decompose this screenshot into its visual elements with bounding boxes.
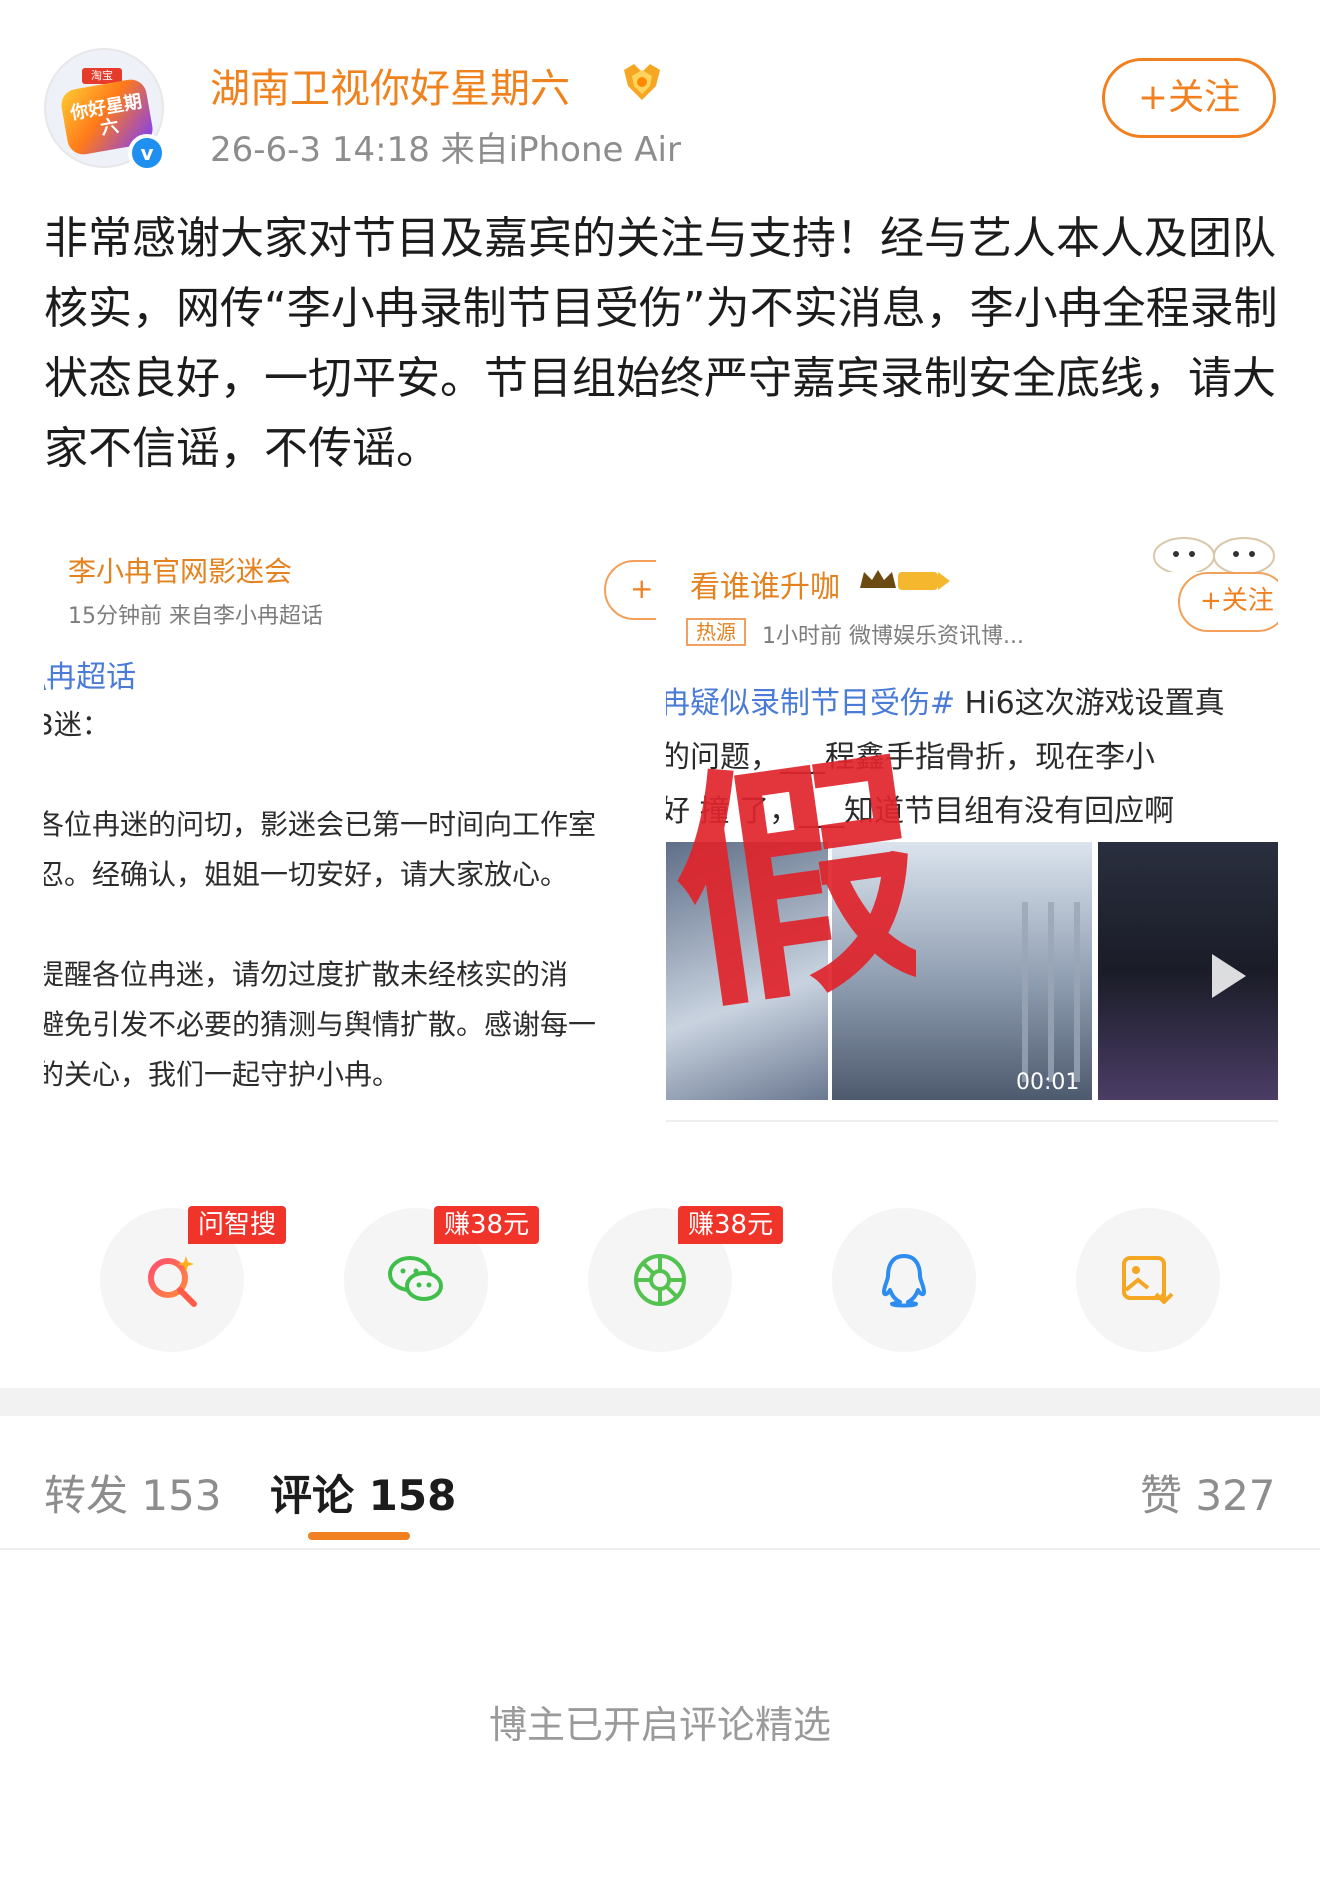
section-divider <box>0 1388 1320 1416</box>
comment-selection-notice: 博主已开启评论精选 <box>488 1703 831 1747</box>
tab-comment[interactable]: 评论 158 <box>270 1462 456 1523</box>
share-qq-button[interactable] <box>832 1208 976 1352</box>
save-image-icon <box>1122 1256 1174 1304</box>
embed-left-follow: + <box>604 560 656 620</box>
video-duration: 00:01 <box>1016 1070 1080 1095</box>
embed-right-meta: 1小时前 微博娱乐资讯博... <box>762 624 1024 649</box>
embed-right-hot-tag: 热源 <box>686 618 746 646</box>
qq-icon <box>882 1254 926 1308</box>
search-icon <box>148 1256 197 1307</box>
share-wechat-badge: 赚38元 <box>434 1206 540 1244</box>
embed-left-line: 提醒各位冉迷，请勿过度扩散未经核实的消 <box>44 958 569 991</box>
photo-thumbnail <box>1098 842 1278 1100</box>
embed-left-line: 3迷： <box>44 708 110 741</box>
wechat-icon <box>388 1256 443 1301</box>
post-image-right[interactable]: 看谁谁升咖 热源 1小时前 微博娱乐资讯博... +关注 冉疑似录制节目受伤# … <box>666 522 1278 1122</box>
active-tab-indicator <box>308 1532 410 1540</box>
embed-right-follow: +关注 <box>1178 572 1278 632</box>
save-image-button[interactable] <box>1076 1208 1220 1352</box>
cat-sticker-icon <box>1153 537 1275 572</box>
embed-left-line: 避免引发不必要的猜测与舆情扩散。感谢每一 <box>44 1008 597 1041</box>
embed-left-author: 李小冉官网影迷会 <box>68 555 293 588</box>
share-moments-badge: 赚38元 <box>678 1206 784 1244</box>
share-search-badge: 问智搜 <box>188 1206 287 1244</box>
crown-badge-icon <box>860 570 950 590</box>
tab-like[interactable]: 赞 327 <box>1140 1462 1276 1523</box>
embed-left-line: 忍。经确认，姐姐一切安好，请大家放心。 <box>44 858 569 891</box>
fake-stamp: 假 <box>666 722 916 1022</box>
embed-right-line-1-rest: Hi6这次游戏设置真 <box>955 686 1225 721</box>
verified-icon: v <box>128 134 166 172</box>
tab-divider <box>0 1548 1320 1550</box>
embed-left-topic: \冉超话 <box>44 660 137 695</box>
embed-left-meta: 15分钟前 来自李小冉超话 <box>68 604 323 629</box>
follow-button[interactable]: +关注 <box>1102 58 1276 138</box>
embed-left-line: 的关心，我们一起守护小冉。 <box>44 1058 401 1091</box>
embed-right-author: 看谁谁升咖 <box>690 570 840 605</box>
post-meta: 26-6-3 14:18 来自iPhone Air <box>210 130 681 170</box>
embed-left-line <box>44 750 656 800</box>
embed-left-line: 各位冉迷的问切，影迷会已第一时间向工作室 <box>44 808 597 841</box>
tab-repost[interactable]: 转发 153 <box>44 1462 222 1523</box>
post-text: 非常感谢大家对节目及嘉宾的关注与支持！经与艺人本人及团队核实，网传“李小冉录制节… <box>44 213 1278 474</box>
post-image-left[interactable]: 李小冉官网影迷会 15分钟前 来自李小冉超话 + \冉超话 3迷： 各位冉迷的问… <box>44 522 656 1122</box>
fake-stamp-text: 假 <box>666 722 916 1022</box>
author-name[interactable]: 湖南卫视你好星期六 <box>210 56 570 114</box>
embed-left-text: 3迷： 各位冉迷的问切，影迷会已第一时间向工作室 忍。经确认，姐姐一切安好，请大… <box>44 700 656 1100</box>
embed-left-line <box>44 900 656 950</box>
play-icon <box>1212 954 1246 998</box>
medal-icon <box>624 64 660 100</box>
moments-icon <box>634 1254 686 1306</box>
